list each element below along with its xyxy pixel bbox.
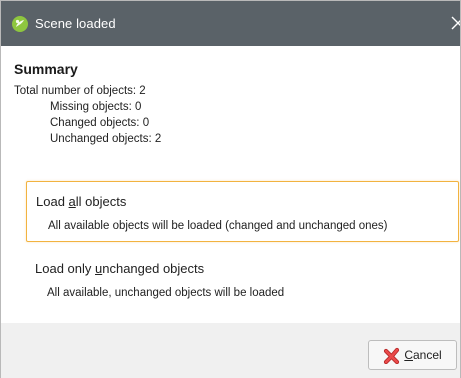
dialog-footer: Cancel — [1, 323, 460, 378]
option-load-all-description: All available objects will be loaded (ch… — [48, 220, 388, 232]
cancel-label-rest: ancel — [412, 348, 442, 362]
scene-app-icon — [12, 15, 28, 32]
option-load-unchanged-title: Load only unchanged objects — [35, 261, 204, 276]
option-load-all-title-prefix: Load — [36, 194, 69, 209]
option-load-unchanged-description: All available, unchanged objects will be… — [47, 287, 285, 299]
summary-missing-objects: Missing objects: 0 — [50, 101, 142, 113]
summary-heading: Summary — [14, 61, 78, 77]
cancel-accelerator: C — [404, 348, 413, 362]
option-load-all-title-suffix: ll objects — [75, 194, 127, 209]
option-load-unchanged-objects[interactable]: Load only unchanged objects All availabl… — [26, 256, 459, 314]
summary-changed-objects: Changed objects: 0 — [50, 117, 150, 129]
cancel-button[interactable]: Cancel — [368, 340, 457, 370]
close-button[interactable] — [446, 12, 460, 34]
option-load-all-accelerator: a — [68, 194, 76, 209]
close-icon — [451, 16, 460, 30]
option-load-all-objects[interactable]: Load all objects All available objects w… — [26, 181, 459, 242]
cancel-label: Cancel — [404, 348, 441, 362]
scene-loaded-dialog: Scene loaded Summary Total number of obj… — [0, 0, 461, 378]
option-load-all-title: Load all objects — [36, 194, 126, 209]
title-bar: Scene loaded — [1, 1, 460, 46]
cancel-x-icon — [383, 347, 400, 364]
window-title: Scene loaded — [35, 16, 116, 31]
summary-total-objects: Total number of objects: 2 — [14, 85, 146, 97]
summary-unchanged-objects: Unchanged objects: 2 — [50, 133, 162, 145]
option-load-unchanged-title-prefix: Load only — [35, 261, 95, 276]
option-load-unchanged-title-suffix: nchanged objects — [102, 261, 205, 276]
